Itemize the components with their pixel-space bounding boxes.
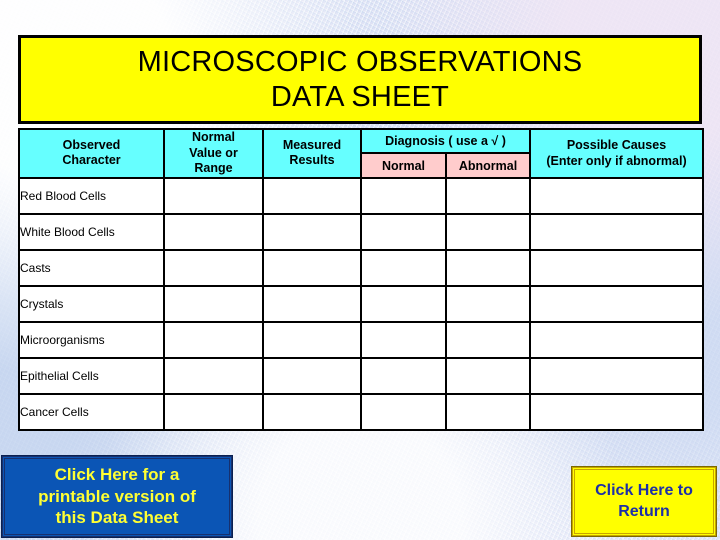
cell-diagnosis-normal[interactable] xyxy=(360,320,447,359)
row-label-casts: Casts xyxy=(18,248,165,287)
microscopic-observations-table: Observed Character Normal Value or Range… xyxy=(18,127,704,431)
cell-diagnosis-abnormal[interactable] xyxy=(445,248,531,287)
title-banner: MICROSCOPIC OBSERVATIONS DATA SHEET xyxy=(18,35,702,124)
cell-diagnosis-normal[interactable] xyxy=(360,176,447,215)
cell-measured-results[interactable] xyxy=(262,392,362,431)
column-header-measured-results: Measured Results xyxy=(262,128,362,179)
row-label-crystals: Crystals xyxy=(18,284,165,323)
printable-version-button-label: Click Here for a printable version of th… xyxy=(38,464,196,528)
cell-measured-results[interactable] xyxy=(262,248,362,287)
column-header-diagnosis-normal: Normal xyxy=(360,152,447,179)
cell-diagnosis-normal[interactable] xyxy=(360,212,447,251)
column-header-normal-value: Normal Value or Range xyxy=(163,128,264,179)
table-row: Crystals xyxy=(18,284,704,323)
cell-possible-causes[interactable] xyxy=(529,248,704,287)
cell-possible-causes[interactable] xyxy=(529,356,704,395)
table-row: Epithelial Cells xyxy=(18,356,704,395)
column-header-diagnosis-abnormal: Abnormal xyxy=(445,152,531,179)
cell-diagnosis-normal[interactable] xyxy=(360,392,447,431)
cell-diagnosis-abnormal[interactable] xyxy=(445,356,531,395)
cell-normal-value[interactable] xyxy=(163,248,264,287)
cell-normal-value[interactable] xyxy=(163,392,264,431)
row-label-epithelial-cells: Epithelial Cells xyxy=(18,356,165,395)
cell-diagnosis-normal[interactable] xyxy=(360,248,447,287)
cell-measured-results[interactable] xyxy=(262,284,362,323)
cell-diagnosis-abnormal[interactable] xyxy=(445,392,531,431)
cell-measured-results[interactable] xyxy=(262,320,362,359)
cell-normal-value[interactable] xyxy=(163,320,264,359)
cell-measured-results[interactable] xyxy=(262,176,362,215)
cell-measured-results[interactable] xyxy=(262,212,362,251)
table-row: Casts xyxy=(18,248,704,287)
return-button-label: Click Here to Return xyxy=(595,481,693,520)
cell-diagnosis-abnormal[interactable] xyxy=(445,284,531,323)
table-header-row-top: Observed Character Normal Value or Range… xyxy=(18,127,704,179)
cell-possible-causes[interactable] xyxy=(529,284,704,323)
column-header-diagnosis: Diagnosis ( use a √ ) xyxy=(360,127,531,155)
cell-diagnosis-abnormal[interactable] xyxy=(445,176,531,215)
cell-measured-results[interactable] xyxy=(262,356,362,395)
cell-normal-value[interactable] xyxy=(163,284,264,323)
cell-diagnosis-abnormal[interactable] xyxy=(445,212,531,251)
row-label-white-blood-cells: White Blood Cells xyxy=(18,212,165,251)
cell-diagnosis-abnormal[interactable] xyxy=(445,320,531,359)
table-row: Red Blood Cells xyxy=(18,176,704,215)
page-title: MICROSCOPIC OBSERVATIONS DATA SHEET xyxy=(137,46,583,113)
cell-possible-causes[interactable] xyxy=(529,176,704,215)
row-label-red-blood-cells: Red Blood Cells xyxy=(18,176,165,215)
cell-possible-causes[interactable] xyxy=(529,392,704,431)
row-label-microorganisms: Microorganisms xyxy=(18,320,165,359)
table-header: Observed Character Normal Value or Range… xyxy=(18,127,704,179)
cell-diagnosis-normal[interactable] xyxy=(360,284,447,323)
table-row: Microorganisms xyxy=(18,320,704,359)
table-row: Cancer Cells xyxy=(18,392,704,431)
return-button[interactable]: Click Here to Return xyxy=(571,466,717,537)
cell-normal-value[interactable] xyxy=(163,356,264,395)
printable-version-button[interactable]: Click Here for a printable version of th… xyxy=(1,455,233,538)
cell-normal-value[interactable] xyxy=(163,212,264,251)
cell-diagnosis-normal[interactable] xyxy=(360,356,447,395)
column-header-possible-causes: Possible Causes (Enter only if abnormal) xyxy=(529,128,704,179)
row-label-cancer-cells: Cancer Cells xyxy=(18,392,165,431)
cell-possible-causes[interactable] xyxy=(529,212,704,251)
data-sheet: MICROSCOPIC OBSERVATIONS DATA SHEET Obse… xyxy=(0,0,720,540)
table-row: White Blood Cells xyxy=(18,212,704,251)
cell-possible-causes[interactable] xyxy=(529,320,704,359)
table-body: Red Blood Cells White Blood Cells Casts xyxy=(18,176,704,431)
cell-normal-value[interactable] xyxy=(163,176,264,215)
column-header-observed-character: Observed Character xyxy=(18,128,165,179)
